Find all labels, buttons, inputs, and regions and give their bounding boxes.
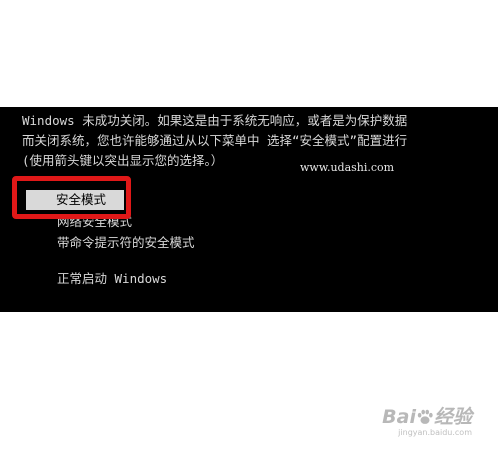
menu-item-cmd-safe-mode[interactable]: 带命令提示符的安全模式 bbox=[57, 233, 195, 252]
paw-icon bbox=[417, 409, 433, 424]
red-highlight-annotation bbox=[12, 176, 131, 219]
watermark-url: www.udashi.com bbox=[300, 161, 395, 174]
message-line-3: (使用箭头键以突出显示您的选择。） bbox=[22, 153, 224, 168]
menu-item-normal-start[interactable]: 正常启动 Windows bbox=[57, 269, 167, 288]
brand-suffix: 经验 bbox=[433, 406, 472, 428]
baidu-jingyan-logo: Bai 经验 jingyan.baidu.com bbox=[382, 402, 472, 437]
message-line-1: Windows 未成功关闭。如果这是由于系统无响应，或者是为保护数据 bbox=[22, 113, 408, 128]
message-line-2: 而关闭系统，您也许能够通过从以下菜单中 选择“安全模式”配置进行 bbox=[22, 133, 408, 148]
brand-domain: jingyan.baidu.com bbox=[398, 428, 472, 437]
screenshot-frame: Windows 未成功关闭。如果这是由于系统无响应，或者是为保护数据 而关闭系统… bbox=[0, 0, 500, 455]
brand-prefix: Bai bbox=[382, 406, 416, 428]
